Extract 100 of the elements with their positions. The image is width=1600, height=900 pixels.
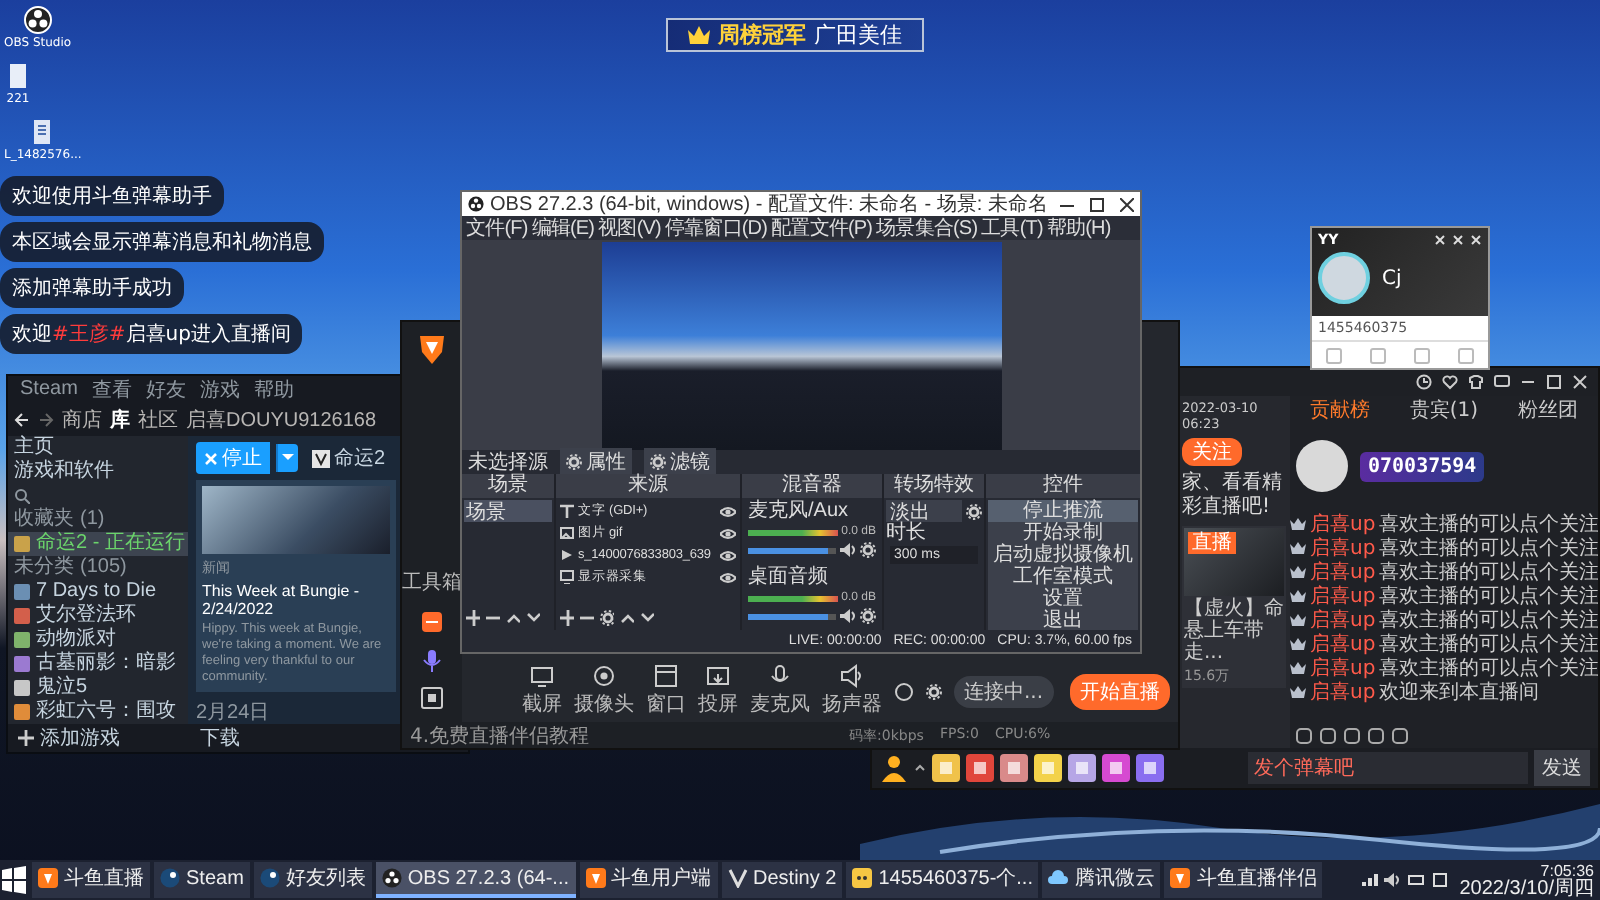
menu-item[interactable]: 好友 [145, 376, 186, 403]
toolbar-button[interactable]: 滤镜 [644, 448, 716, 476]
menu-item[interactable]: 帮助(H) [1046, 214, 1111, 242]
maximize-icon[interactable] [1090, 197, 1104, 211]
menu-item[interactable]: Steam [20, 378, 78, 400]
toolbar-button[interactable]: 属性 [560, 448, 632, 476]
message-icon[interactable] [1494, 374, 1510, 390]
close-icon[interactable] [1120, 197, 1134, 211]
status-pill[interactable]: 连接中... [954, 675, 1054, 707]
menu-item[interactable]: 查看 [91, 376, 132, 403]
game-list-item[interactable]: 鬼泣5 [8, 676, 188, 700]
panel-tab[interactable]: 粉丝团 [1518, 396, 1579, 420]
nav-tab[interactable]: 商店 [62, 405, 102, 433]
chat-user: 启喜up [1310, 583, 1376, 609]
settings-icon[interactable] [926, 683, 942, 699]
settings-icon[interactable] [600, 610, 614, 626]
battery-icon[interactable] [1407, 872, 1426, 888]
taskbar-button[interactable]: 腾讯微云 [1042, 862, 1161, 898]
control-button[interactable]: 工作室模式 [988, 566, 1138, 588]
file-icon[interactable] [4, 62, 32, 90]
settings-icon[interactable] [860, 542, 876, 558]
tool-button[interactable]: 投屏 [698, 664, 738, 718]
network-icon[interactable] [1359, 872, 1378, 888]
send-button[interactable]: 发送 [1534, 750, 1590, 786]
filter-dropdown[interactable]: 游戏和软件 [14, 460, 114, 484]
tool-button[interactable]: 截屏 [522, 664, 562, 718]
control-button[interactable]: 设置 [988, 588, 1138, 610]
menu-item[interactable]: 游戏 [199, 376, 240, 403]
add-game-button[interactable]: 添加游戏 [18, 724, 120, 752]
control-button[interactable]: 开始录制 [988, 522, 1138, 544]
menu-item[interactable]: 配置文件(P) [771, 214, 873, 242]
search-icon[interactable] [14, 488, 30, 504]
taskbar-button[interactable]: 斗鱼用户端 [579, 862, 718, 898]
history-icon[interactable] [1416, 374, 1432, 390]
group-header[interactable]: 未分类 [14, 556, 74, 580]
eye-icon[interactable] [720, 547, 736, 563]
scene-item[interactable]: 场景 [464, 500, 552, 522]
nav-tab[interactable]: 启喜DOUYU9126168 [186, 405, 377, 433]
panel-tab[interactable]: 贵宾(1) [1409, 396, 1479, 420]
game-list-item[interactable]: 艾尔登法环 [8, 604, 188, 628]
speaker-icon[interactable] [840, 608, 856, 624]
eye-icon[interactable] [720, 525, 736, 541]
heart-icon[interactable] [1442, 374, 1458, 390]
tool-button[interactable]: 窗口 [646, 664, 686, 718]
add-icon[interactable] [466, 610, 480, 626]
windows-logo-icon[interactable] [0, 866, 28, 894]
home-link[interactable]: 主页 [14, 436, 54, 460]
taskbar-button[interactable]: Steam [154, 862, 250, 898]
settings-icon[interactable] [966, 503, 982, 519]
tool-button[interactable]: 摄像头 [574, 664, 634, 718]
menu-item[interactable]: 帮助 [253, 376, 294, 403]
chat-input[interactable]: 发个弹幕吧 [1248, 752, 1528, 784]
record-icon[interactable] [894, 681, 914, 701]
menu-item[interactable]: 停靠窗口(D) [664, 214, 768, 242]
control-button[interactable]: 启动虚拟摄像机 [988, 544, 1138, 566]
menu-item[interactable]: 视图(V) [598, 214, 661, 242]
menu-item[interactable]: 文件(F) [466, 214, 528, 242]
menu-item[interactable]: 编辑(E) [531, 214, 595, 242]
volume-icon[interactable] [1383, 872, 1402, 888]
eye-icon[interactable] [720, 569, 736, 585]
panel-tab[interactable]: 贡献榜 [1309, 396, 1370, 420]
forward-arrow-icon[interactable] [38, 411, 54, 427]
speaker-icon[interactable] [840, 542, 856, 558]
settings-icon[interactable] [860, 608, 876, 624]
game-icon [14, 536, 30, 552]
menu-item[interactable]: 场景集合(S) [876, 214, 978, 242]
circle-logo-icon[interactable] [23, 6, 52, 34]
add-icon[interactable] [560, 610, 574, 626]
downloads-link[interactable]: 下载 [200, 724, 240, 752]
menu-item[interactable]: 工具(T) [981, 214, 1043, 242]
taskbar-button[interactable]: OBS 27.2.3 (64-... [375, 862, 576, 898]
back-arrow-icon[interactable] [14, 411, 30, 427]
taskbar-button[interactable]: 1455460375-个... [846, 862, 1039, 898]
tool-button[interactable]: 扬声器 [822, 664, 882, 718]
caret-icon[interactable] [914, 762, 926, 774]
transition-select[interactable]: 淡出 [886, 500, 962, 522]
group-header[interactable]: 收藏夹 [14, 508, 74, 532]
game-list-item[interactable]: 7 Days to Die [8, 580, 188, 604]
nav-tab[interactable]: 社区 [138, 405, 178, 433]
game-list-item[interactable]: 动物派对 [8, 628, 188, 652]
dropdown-button[interactable] [276, 444, 298, 472]
taskbar-button[interactable]: 斗鱼直播伴侣 [1164, 862, 1323, 898]
taskbar-button[interactable]: 好友列表 [253, 862, 372, 898]
tool-button[interactable]: 麦克风 [750, 664, 810, 718]
eye-icon[interactable] [720, 503, 736, 519]
clock-time: 7:05:36 [1540, 861, 1594, 879]
taskbar-button[interactable]: Destiny 2 [721, 862, 843, 898]
control-button[interactable]: 停止推流 [988, 500, 1138, 522]
game-list-item[interactable]: 古墓丽影：暗影 [8, 652, 188, 676]
shirt-icon[interactable] [1468, 374, 1484, 390]
user-icon[interactable] [880, 754, 908, 782]
game-list-item[interactable]: 命运2 - 正在运行 [8, 532, 188, 556]
nav-tab[interactable]: 库 [110, 405, 130, 433]
game-list-item[interactable]: 彩虹六号：围攻 [8, 700, 188, 724]
taskbar-button[interactable]: 斗鱼直播 [32, 862, 150, 898]
tool-icon[interactable] [420, 610, 444, 634]
clock-date: 2022/3/10/周四 [1459, 879, 1594, 899]
notification-icon[interactable] [1431, 872, 1450, 888]
control-button[interactable]: 退出 [988, 610, 1138, 632]
mic-icon[interactable] [420, 648, 444, 672]
